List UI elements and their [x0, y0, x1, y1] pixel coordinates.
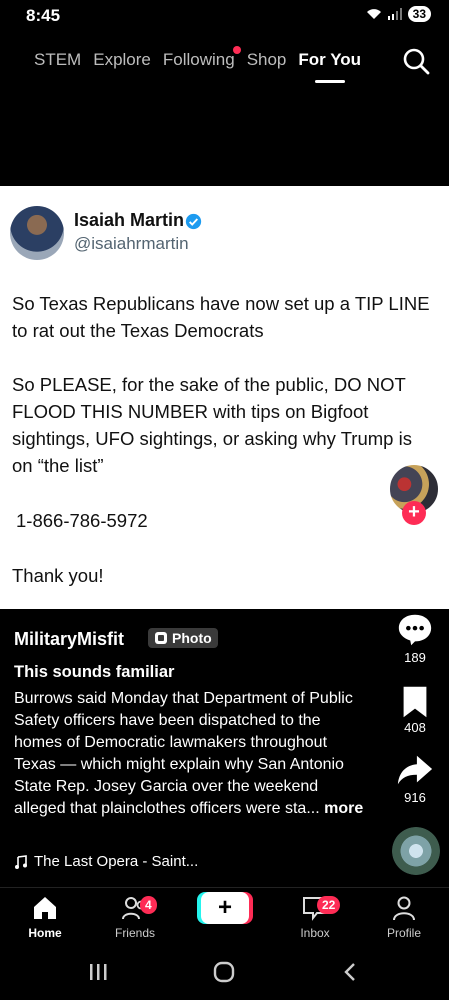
- inbox-badge: 22: [317, 896, 341, 914]
- nav-home-label: Home: [28, 926, 62, 940]
- author-handle: @isaiahrmartin: [74, 234, 189, 253]
- heart-icon[interactable]: [396, 540, 434, 576]
- recents-icon[interactable]: [90, 964, 107, 980]
- tab-explore[interactable]: Explore: [93, 50, 151, 70]
- status-icons: 33: [366, 6, 431, 22]
- caption-text: Burrows said Monday that Department of P…: [14, 690, 353, 817]
- top-nav: STEM Explore Following Shop For You: [34, 46, 362, 83]
- post-username[interactable]: MilitaryMisfit: [14, 629, 124, 650]
- music-row[interactable]: The Last Opera - Saint...: [14, 853, 198, 870]
- create-button[interactable]: +: [201, 892, 249, 924]
- status-time: 8:45: [26, 6, 61, 25]
- tweet-paragraph: Thank you!: [12, 565, 104, 586]
- photo-icon: [155, 632, 167, 644]
- nav-home[interactable]: Home: [10, 894, 80, 940]
- tweet-phone-number: 1-866-786-5972: [16, 510, 148, 531]
- tab-following[interactable]: Following: [162, 46, 241, 70]
- tab-following-label: Following: [162, 50, 235, 69]
- nav-friends[interactable]: Friends 4: [100, 894, 170, 940]
- music-disc[interactable]: [392, 827, 440, 875]
- author-name: Isaiah Martin: [74, 210, 185, 230]
- battery-indicator: 33: [407, 6, 431, 22]
- active-tab-indicator: [314, 80, 345, 83]
- comment-icon[interactable]: [396, 612, 434, 648]
- notification-dot: [232, 46, 241, 54]
- tab-stem[interactable]: STEM: [34, 50, 81, 70]
- home-circle-icon[interactable]: [213, 961, 235, 983]
- tweet-paragraph: So Texas Republicans have now set up a T…: [12, 293, 430, 341]
- share-count: 916: [404, 790, 426, 805]
- comment-count: 189: [404, 650, 426, 665]
- save-count: 408: [404, 720, 426, 735]
- tab-shop[interactable]: Shop: [247, 50, 287, 70]
- wifi-icon: [366, 9, 381, 19]
- nav-inbox[interactable]: Inbox 22: [280, 894, 350, 940]
- caption-body: Burrows said Monday that Department of P…: [14, 688, 364, 820]
- friends-badge: 4: [140, 896, 157, 914]
- tweet-paragraph: So PLEASE, for the sake of the public, D…: [12, 374, 412, 476]
- search-icon[interactable]: [401, 46, 431, 76]
- music-note-icon: [15, 854, 27, 869]
- nav-inbox-label: Inbox: [300, 926, 330, 940]
- nav-friends-label: Friends: [114, 926, 155, 940]
- tab-for-you-label: For You: [298, 50, 362, 69]
- tab-for-you[interactable]: For You: [298, 50, 362, 83]
- nav-profile[interactable]: Profile: [369, 894, 439, 940]
- tweet-screenshot: Isaiah Martin @isaiahrmartin So Texas Re…: [0, 186, 449, 609]
- nav-profile-label: Profile: [386, 926, 421, 940]
- profile-icon: [393, 896, 415, 921]
- back-icon[interactable]: [344, 963, 355, 981]
- verified-badge-icon: [185, 213, 202, 230]
- share-icon[interactable]: [396, 752, 434, 788]
- music-title: The Last Opera - Saint...: [34, 853, 199, 870]
- more-link[interactable]: more: [324, 800, 363, 817]
- photo-badge: Photo: [148, 628, 218, 648]
- caption-title: This sounds familiar: [14, 663, 175, 681]
- system-nav-bar: [90, 961, 355, 983]
- home-icon: [34, 897, 56, 919]
- bookmark-icon[interactable]: [396, 684, 434, 720]
- like-count: 4,774: [398, 581, 432, 596]
- follow-button[interactable]: +: [402, 501, 426, 525]
- photo-badge-label: Photo: [172, 630, 212, 646]
- author-avatar: [10, 206, 64, 260]
- signal-icon: [387, 8, 402, 20]
